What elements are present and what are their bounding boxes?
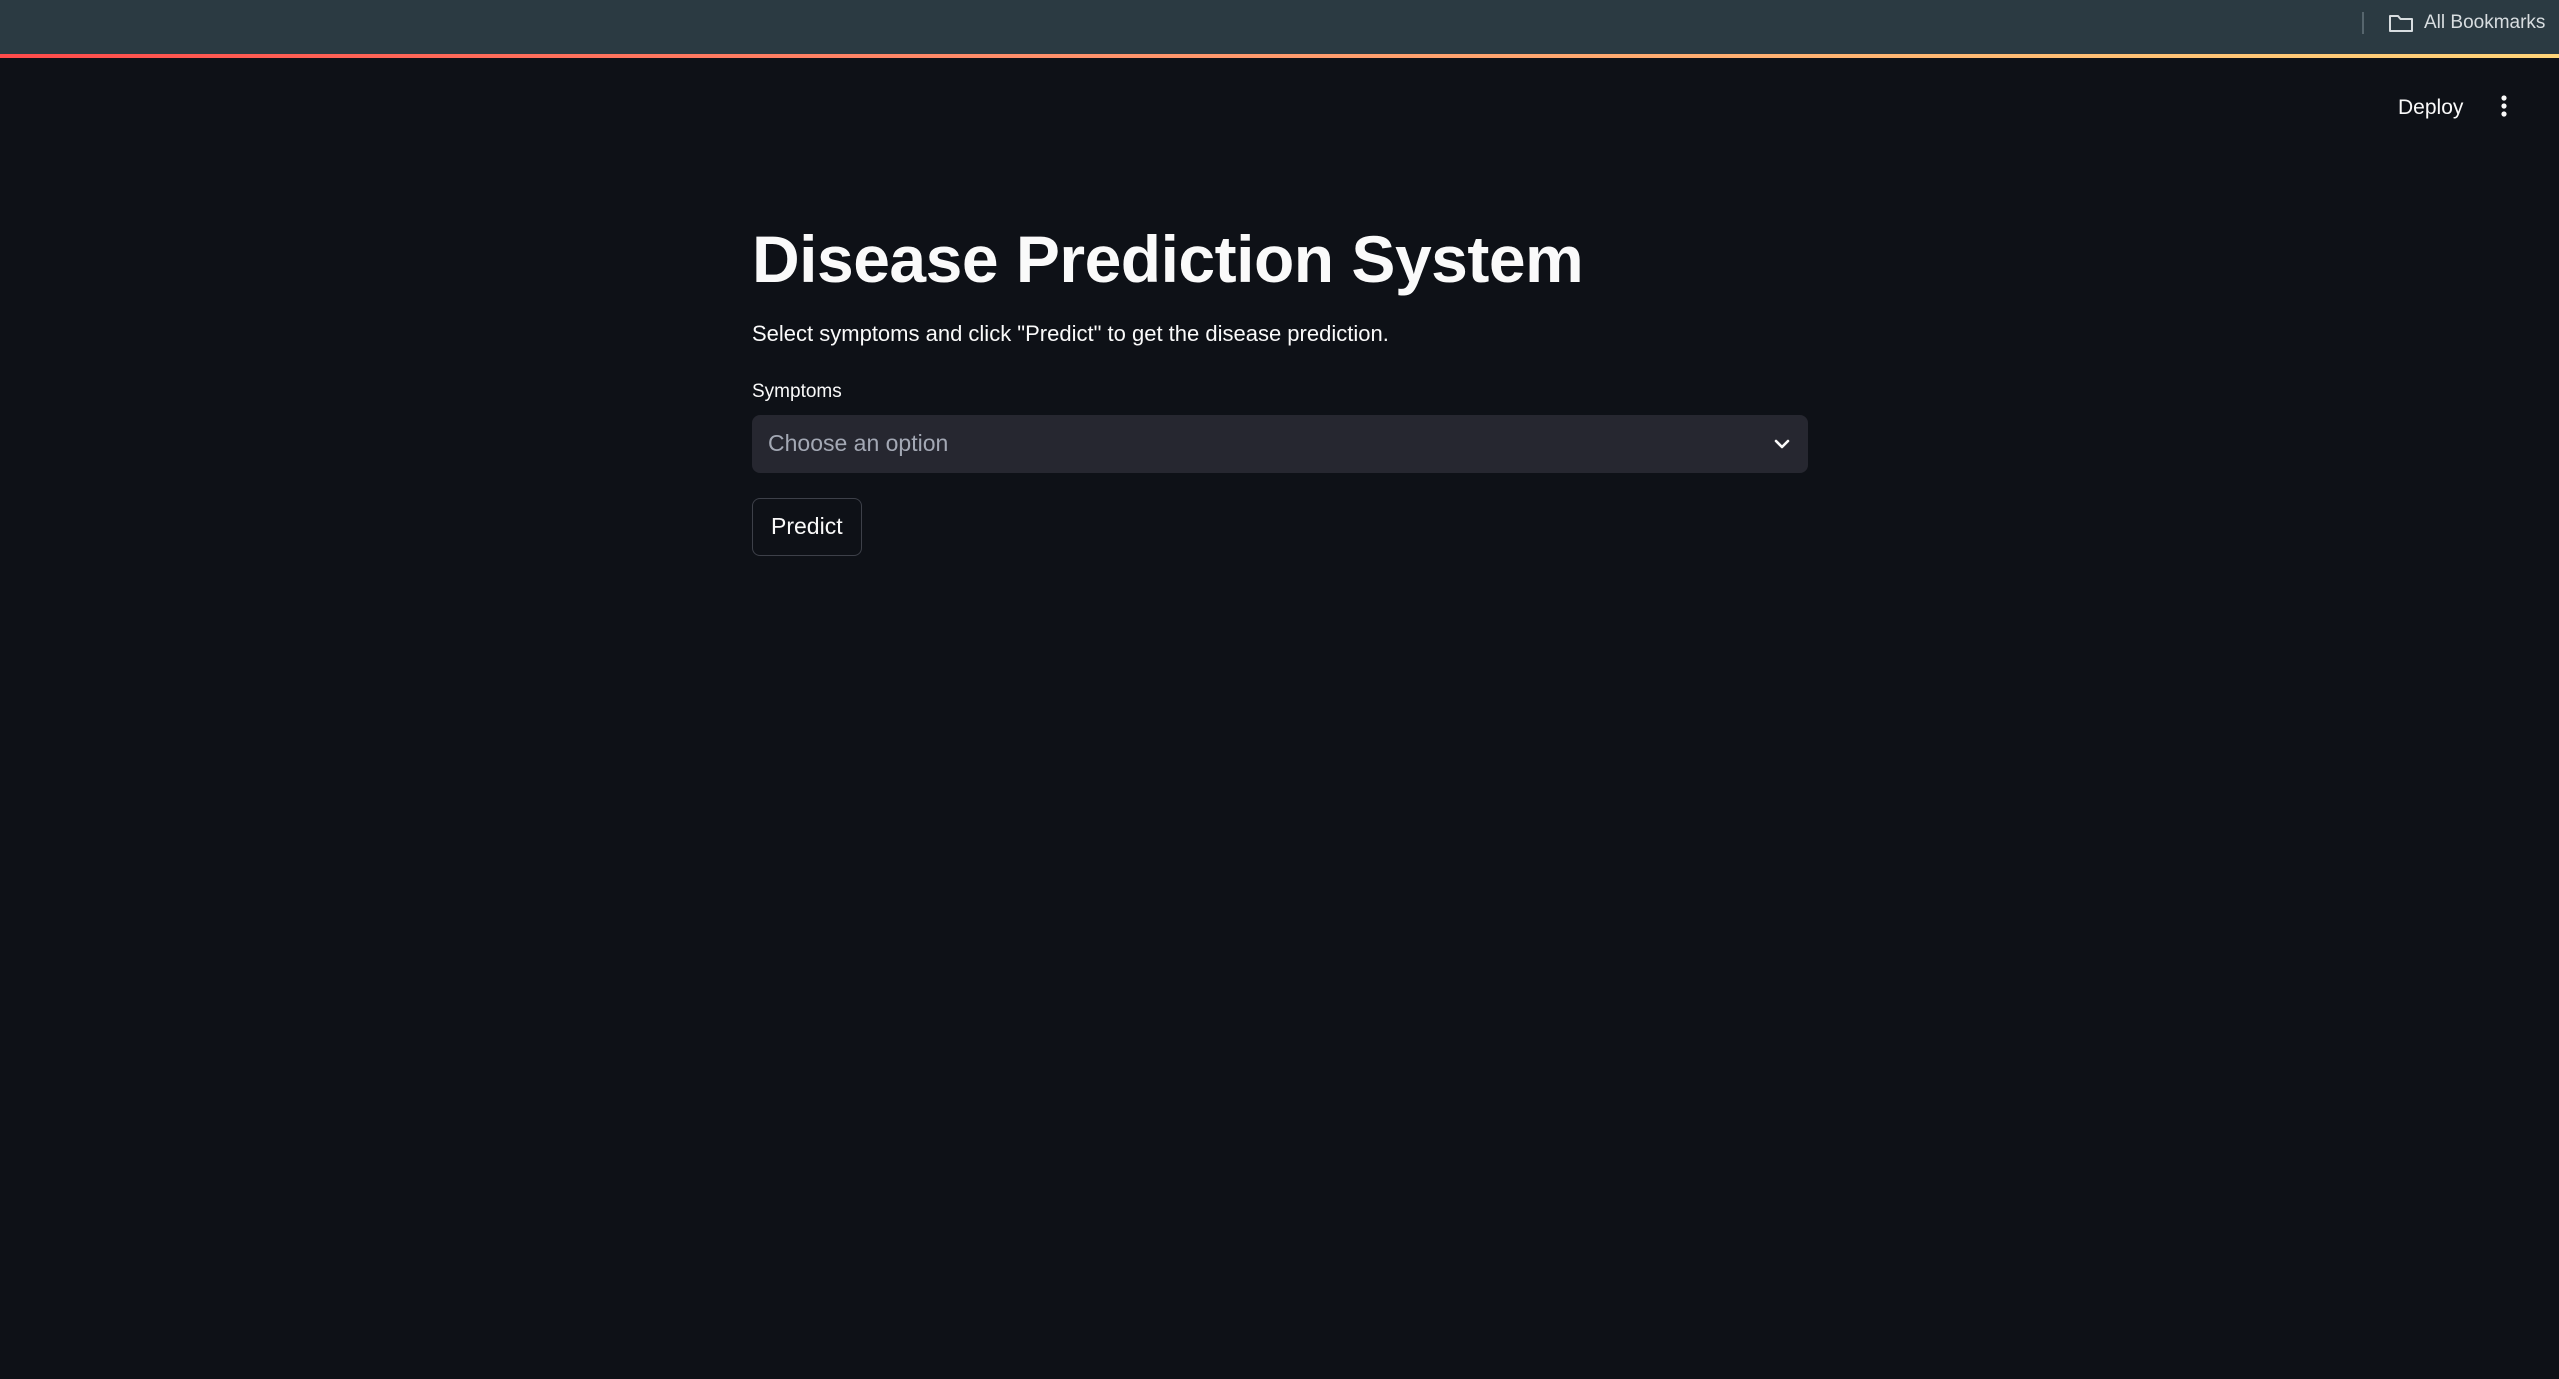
folder-icon — [2388, 12, 2414, 34]
predict-button[interactable]: Predict — [752, 497, 862, 556]
bookmarks-divider — [2362, 12, 2364, 34]
main-content: Disease Prediction System Select symptom… — [752, 220, 1808, 556]
header-decoration — [0, 54, 2559, 58]
all-bookmarks-button[interactable]: All Bookmarks — [2388, 10, 2545, 36]
symptoms-label: Symptoms — [752, 380, 842, 402]
deploy-button[interactable]: Deploy — [2384, 90, 2477, 126]
bookmarks-bar: All Bookmarks — [0, 0, 2559, 54]
page-title: Disease Prediction System — [752, 222, 1584, 296]
main-menu-button[interactable] — [2486, 90, 2522, 126]
page-description: Select symptoms and click "Predict" to g… — [752, 321, 1389, 347]
chevron-down-icon — [1772, 434, 1792, 454]
vertical-dots-icon — [2500, 94, 2508, 123]
all-bookmarks-label: All Bookmarks — [2424, 12, 2546, 33]
symptoms-select[interactable]: Choose an option — [752, 414, 1808, 473]
symptoms-select-placeholder: Choose an option — [768, 430, 949, 457]
